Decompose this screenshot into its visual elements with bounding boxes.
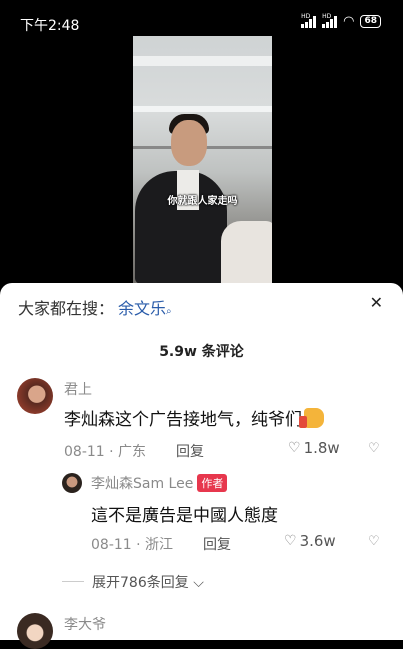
divider [62,581,84,582]
avatar[interactable] [17,613,53,649]
like-count: 1.8w [303,439,340,457]
comment-count: 5.9w 条评论 [159,344,244,360]
search-suggestion[interactable]: 大家都在搜： 余文乐⌕ [18,295,172,319]
comment-sheet: 大家都在搜： 余文乐⌕ ✕ 5.9w 条评论 君上 李灿森这个广告接地气，纯爷们 … [0,283,403,649]
comment-text: 李灿森这个广告接地气，纯爷们 [64,405,324,430]
comment-meta: 08-11 · 浙江 [91,537,174,553]
close-icon[interactable]: ✕ [370,293,383,312]
like-count: 3.6w [299,532,336,550]
avatar[interactable] [62,473,82,493]
comment-username[interactable]: 君上 [64,379,92,399]
network-type-2: HD [322,12,332,20]
like-button[interactable]: ♡ 1.8w [288,439,340,457]
network-type-1: HD [301,12,311,20]
avatar[interactable] [17,378,53,414]
comment-text: 這不是廣告是中國人態度 [91,506,278,526]
search-keyword[interactable]: 余文乐 [118,299,166,318]
comment-username[interactable]: 李灿森Sam Lee 作者 [91,473,228,493]
dislike-icon[interactable]: ♡ [368,441,380,456]
author-badge: 作者 [197,474,228,492]
thumbs-up-emoji-icon [299,408,324,428]
dislike-icon[interactable]: ♡ [368,534,380,549]
expand-replies-button[interactable]: 展开786条回复 ⌵ [92,572,204,592]
heart-icon: ♡ [284,533,297,549]
comment-username[interactable]: 李大爷 [64,614,106,634]
search-icon: ⌕ [166,306,172,317]
reply-button[interactable]: 回复 [176,441,204,461]
video-caption: 你就跟人家走吗 [167,196,238,207]
status-icons: HD HD ◠ 68 [301,12,381,29]
chevron-down-icon: ⌵ [193,575,204,591]
comment-meta: 08-11 · 广东 [64,444,147,460]
heart-icon: ♡ [288,440,301,456]
video-player[interactable]: 你就跟人家走吗 [133,36,272,284]
like-button[interactable]: ♡ 3.6w [284,532,336,550]
signal-icon: HD [301,12,317,28]
signal-icon-2: HD [322,12,338,28]
status-time: 下午2:48 [20,18,80,34]
search-prefix: 大家都在搜： [18,299,115,318]
battery-icon: 68 [360,15,381,28]
reply-button[interactable]: 回复 [203,534,231,554]
wifi-icon: ◠ [343,14,355,29]
